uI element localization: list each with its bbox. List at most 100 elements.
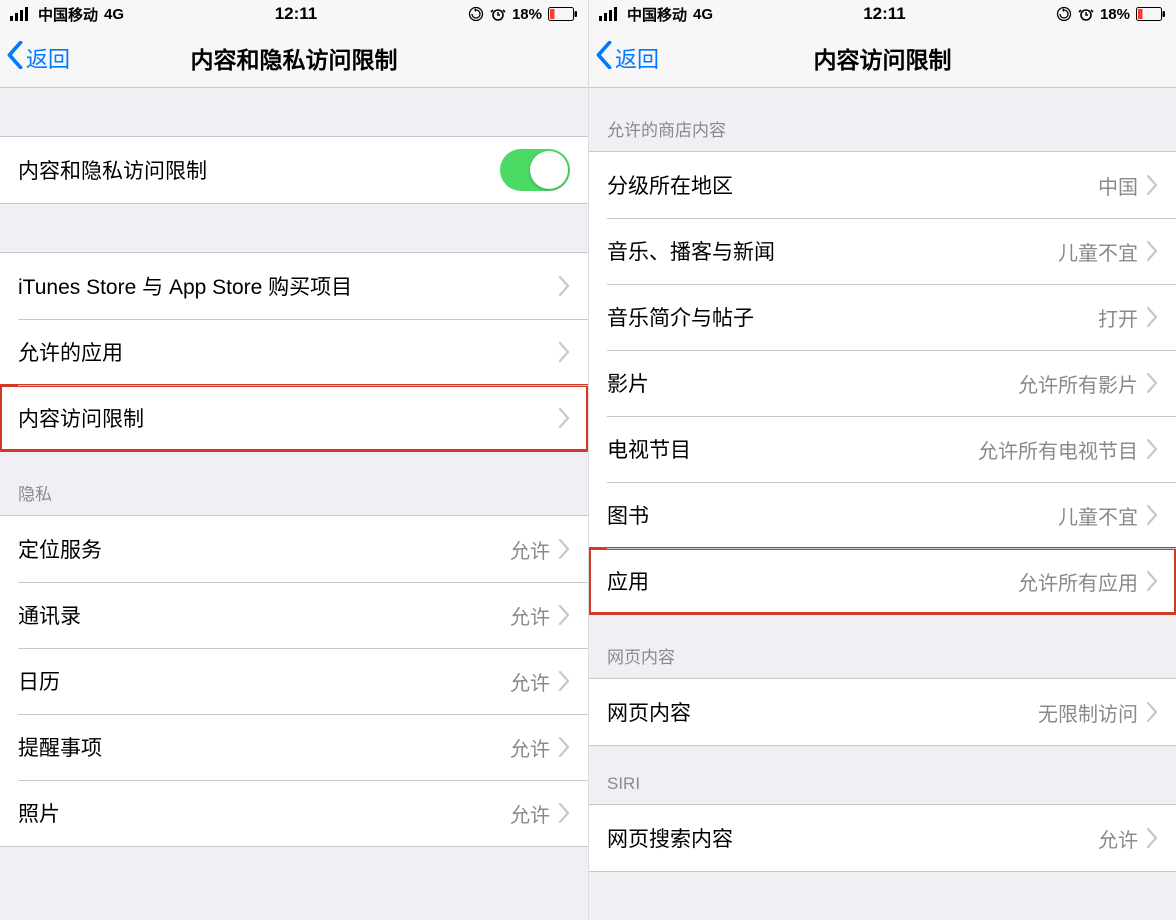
row-item[interactable]: 电视节目允许所有电视节目: [589, 416, 1176, 482]
nav-bar: 返回 内容访问限制: [589, 28, 1176, 88]
mid-spacer: [0, 204, 588, 252]
alarm-icon: [1078, 6, 1094, 22]
row-value: 无限制访问: [1038, 698, 1138, 727]
chevron-right-icon: [1146, 373, 1158, 393]
toggle-switch[interactable]: [500, 149, 570, 191]
chevron-right-icon: [558, 671, 570, 691]
nav-bar: 返回 内容和隐私访问限制: [0, 28, 588, 88]
row-label: 通讯录: [18, 600, 510, 630]
chevron-right-icon: [558, 605, 570, 625]
section-header-web: 网页内容: [589, 615, 1176, 678]
row-value: 允许: [510, 535, 550, 564]
row-itunes-store-app-store[interactable]: iTunes Store 与 App Store 购买项目: [0, 253, 588, 319]
row-item[interactable]: 音乐、播客与新闻儿童不宜: [589, 218, 1176, 284]
chevron-right-icon: [558, 737, 570, 757]
row-value: 允许: [510, 601, 550, 630]
row-item[interactable]: 通讯录允许: [0, 582, 588, 648]
chevron-right-icon: [1146, 505, 1158, 525]
page-title: 内容和隐私访问限制: [0, 41, 588, 75]
orientation-lock-icon: [1056, 6, 1072, 22]
row-value: 允许所有应用: [1018, 567, 1138, 596]
top-spacer: [0, 88, 588, 136]
row-label: 应用: [607, 566, 1018, 596]
settings-body[interactable]: 内容和隐私访问限制 iTunes Store 与 App Store 购买项目允…: [0, 88, 588, 920]
network-label: 4G: [693, 6, 713, 23]
row-item[interactable]: 内容访问限制: [0, 385, 588, 451]
settings-body[interactable]: 允许的商店内容 分级所在地区中国音乐、播客与新闻儿童不宜音乐简介与帖子打开影片允…: [589, 88, 1176, 920]
section-header-privacy: 隐私: [0, 452, 588, 515]
chevron-left-icon: [6, 41, 24, 75]
chevron-right-icon: [1146, 439, 1158, 459]
row-item[interactable]: 定位服务允许: [0, 516, 588, 582]
chevron-right-icon: [558, 408, 570, 428]
row-label: 电视节目: [607, 434, 978, 464]
group-toggle: 内容和隐私访问限制: [0, 136, 588, 204]
chevron-right-icon: [1146, 702, 1158, 722]
alarm-icon: [490, 6, 506, 22]
row-label: 网页搜索内容: [607, 823, 1098, 853]
status-bar: 中国移动 4G 12:11 18%: [0, 0, 588, 28]
back-button[interactable]: 返回: [589, 41, 659, 75]
row-item[interactable]: 音乐简介与帖子打开: [589, 284, 1176, 350]
chevron-right-icon: [558, 803, 570, 823]
battery-pct-label: 18%: [512, 6, 542, 23]
row-item[interactable]: 允许的应用: [0, 319, 588, 385]
status-left: 中国移动 4G: [599, 4, 713, 25]
section-header-siri: SIRI: [589, 746, 1176, 804]
row-value: 允许所有电视节目: [978, 435, 1138, 464]
row-value: 儿童不宜: [1058, 237, 1138, 266]
row-label: 音乐、播客与新闻: [607, 236, 1058, 266]
row-item[interactable]: 影片允许所有影片: [589, 350, 1176, 416]
chevron-left-icon: [595, 41, 613, 75]
phone-right: 中国移动 4G 12:11 18% 返回 内容访问限制 允许的商店内容: [588, 0, 1176, 920]
row-value: 儿童不宜: [1058, 501, 1138, 530]
battery-icon: [1136, 7, 1166, 21]
orientation-lock-icon: [468, 6, 484, 22]
row-label: 内容访问限制: [18, 403, 558, 433]
back-label: 返回: [615, 42, 659, 74]
row-item[interactable]: 分级所在地区中国: [589, 152, 1176, 218]
row-label: 内容和隐私访问限制: [18, 155, 500, 185]
chevron-right-icon: [1146, 571, 1158, 591]
group-web: 网页内容无限制访问: [589, 678, 1176, 746]
signal-icon: [599, 7, 621, 21]
back-button[interactable]: 返回: [0, 41, 70, 75]
row-item[interactable]: 网页内容无限制访问: [589, 679, 1176, 745]
chevron-right-icon: [1146, 828, 1158, 848]
row-item[interactable]: 网页搜索内容允许: [589, 805, 1176, 871]
chevron-right-icon: [558, 342, 570, 362]
row-label: 分级所在地区: [607, 170, 1098, 200]
battery-pct-label: 18%: [1100, 6, 1130, 23]
row-item[interactable]: 应用允许所有应用: [589, 548, 1176, 614]
status-right: 18%: [468, 6, 578, 23]
row-item[interactable]: 图书儿童不宜: [589, 482, 1176, 548]
status-left: 中国移动 4G: [10, 4, 124, 25]
battery-icon: [548, 7, 578, 21]
carrier-label: 中国移动: [627, 4, 687, 25]
network-label: 4G: [104, 6, 124, 23]
row-value: 允许所有影片: [1018, 369, 1138, 398]
row-label: iTunes Store 与 App Store 购买项目: [18, 271, 558, 301]
signal-icon: [10, 7, 32, 21]
row-label: 网页内容: [607, 697, 1038, 727]
group-siri: 网页搜索内容允许: [589, 804, 1176, 872]
chevron-right-icon: [1146, 307, 1158, 327]
group-main: iTunes Store 与 App Store 购买项目允许的应用内容访问限制: [0, 252, 588, 452]
section-header-store: 允许的商店内容: [589, 88, 1176, 151]
chevron-right-icon: [558, 276, 570, 296]
status-right: 18%: [1056, 6, 1166, 23]
row-value: 打开: [1098, 303, 1138, 332]
row-label: 允许的应用: [18, 337, 558, 367]
row-content-privacy-toggle[interactable]: 内容和隐私访问限制: [0, 137, 588, 203]
phone-left: 中国移动 4G 12:11 18% 返回 内容和隐私访问限制: [0, 0, 588, 920]
row-label: 日历: [18, 666, 510, 696]
carrier-label: 中国移动: [38, 4, 98, 25]
clock-label: 12:11: [863, 4, 906, 24]
row-item[interactable]: 照片允许: [0, 780, 588, 846]
status-bar: 中国移动 4G 12:11 18%: [589, 0, 1176, 28]
group-privacy: 定位服务允许通讯录允许日历允许提醒事项允许照片允许: [0, 515, 588, 847]
row-item[interactable]: 提醒事项允许: [0, 714, 588, 780]
row-value: 允许: [510, 733, 550, 762]
row-value: 允许: [510, 667, 550, 696]
row-item[interactable]: 日历允许: [0, 648, 588, 714]
